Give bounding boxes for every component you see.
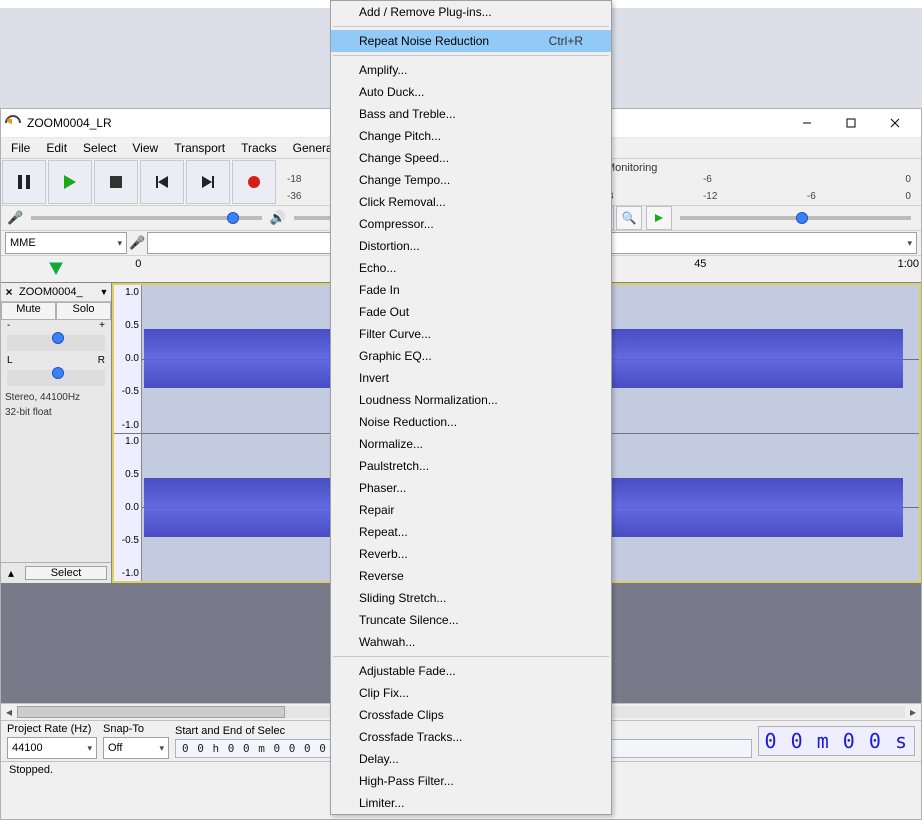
menu-item[interactable]: Add / Remove Plug-ins... bbox=[331, 1, 611, 23]
solo-button[interactable]: Solo bbox=[56, 302, 111, 320]
menu-item[interactable]: Change Pitch... bbox=[331, 125, 611, 147]
track-bitdepth: 32-bit float bbox=[1, 405, 111, 420]
track-menu-button[interactable]: ▼ bbox=[97, 287, 111, 297]
menu-item[interactable]: Noise Reduction... bbox=[331, 411, 611, 433]
record-button[interactable] bbox=[232, 160, 276, 204]
snap-select[interactable]: Off▾ bbox=[103, 737, 169, 759]
menu-item[interactable]: High-Pass Filter... bbox=[331, 770, 611, 792]
menu-item[interactable]: Fade Out bbox=[331, 301, 611, 323]
menu-item[interactable]: Fade In bbox=[331, 279, 611, 301]
menu-item[interactable]: Phaser... bbox=[331, 477, 611, 499]
menu-item[interactable]: Repeat... bbox=[331, 521, 611, 543]
track-select-button[interactable]: Select bbox=[25, 566, 107, 580]
track-control-panel: × ZOOM0004_ ▼ Mute Solo -+ LR Stereo, 44… bbox=[1, 283, 112, 583]
mute-button[interactable]: Mute bbox=[1, 302, 56, 320]
menu-item[interactable]: Click Removal... bbox=[331, 191, 611, 213]
mic-icon: 🎤 bbox=[7, 210, 23, 226]
effect-menu-dropdown: Add / Remove Plug-ins... Repeat Noise Re… bbox=[330, 0, 612, 815]
menu-view[interactable]: View bbox=[124, 139, 166, 157]
track-close-button[interactable]: × bbox=[1, 285, 17, 299]
menu-item[interactable]: Invert bbox=[331, 367, 611, 389]
menu-item[interactable]: Echo... bbox=[331, 257, 611, 279]
pause-button[interactable] bbox=[2, 160, 46, 204]
menu-file[interactable]: File bbox=[3, 139, 38, 157]
vertical-scale[interactable]: 1.00.50.0-0.5-1.0 bbox=[114, 434, 142, 582]
menu-item[interactable]: Adjustable Fade... bbox=[331, 660, 611, 682]
project-rate-select[interactable]: 44100▾ bbox=[7, 737, 97, 759]
pan-slider[interactable] bbox=[7, 370, 105, 386]
menu-item[interactable]: Reverb... bbox=[331, 543, 611, 565]
skip-start-button[interactable] bbox=[140, 160, 184, 204]
menu-item[interactable]: Graphic EQ... bbox=[331, 345, 611, 367]
minimize-button[interactable] bbox=[785, 111, 829, 135]
menu-item[interactable]: Distortion... bbox=[331, 235, 611, 257]
gain-slider[interactable] bbox=[7, 335, 105, 351]
menu-select[interactable]: Select bbox=[75, 139, 124, 157]
skip-end-button[interactable] bbox=[186, 160, 230, 204]
audio-host-select[interactable]: MME▾ bbox=[5, 232, 127, 254]
vertical-scale[interactable]: 1.00.50.0-0.5-1.0 bbox=[114, 285, 142, 433]
collapse-button[interactable]: ▴ bbox=[1, 566, 21, 580]
record-volume-slider[interactable] bbox=[31, 216, 262, 220]
menu-item[interactable]: Sliding Stretch... bbox=[331, 587, 611, 609]
menu-transport[interactable]: Transport bbox=[166, 139, 233, 157]
play-button[interactable] bbox=[48, 160, 92, 204]
menu-item[interactable]: Normalize... bbox=[331, 433, 611, 455]
speaker-icon: 🔊 bbox=[270, 210, 286, 226]
menu-item[interactable]: Delay... bbox=[331, 748, 611, 770]
menu-item[interactable]: Auto Duck... bbox=[331, 81, 611, 103]
menu-item[interactable]: Clip Fix... bbox=[331, 682, 611, 704]
track-format: Stereo, 44100Hz bbox=[1, 390, 111, 405]
audio-position-time[interactable]: 0 0 m 0 0 s bbox=[758, 726, 915, 756]
menu-item[interactable]: Compressor... bbox=[331, 213, 611, 235]
close-button[interactable] bbox=[873, 111, 917, 135]
scroll-left-icon[interactable]: ◂ bbox=[1, 705, 17, 719]
project-rate-label: Project Rate (Hz) bbox=[7, 723, 97, 735]
menu-item[interactable]: Crossfade Tracks... bbox=[331, 726, 611, 748]
menu-item[interactable]: Crossfade Clips bbox=[331, 704, 611, 726]
scroll-right-icon[interactable]: ▸ bbox=[905, 705, 921, 719]
menu-item[interactable]: Bass and Treble... bbox=[331, 103, 611, 125]
mini-play-button[interactable] bbox=[646, 206, 672, 230]
stop-button[interactable] bbox=[94, 160, 138, 204]
menu-item[interactable]: Change Speed... bbox=[331, 147, 611, 169]
menu-item[interactable]: Change Tempo... bbox=[331, 169, 611, 191]
menu-item[interactable]: Paulstretch... bbox=[331, 455, 611, 477]
maximize-button[interactable] bbox=[829, 111, 873, 135]
menu-item-repeat-noise-reduction[interactable]: Repeat Noise Reduction Ctrl+R bbox=[331, 30, 611, 52]
menu-item[interactable]: Loudness Normalization... bbox=[331, 389, 611, 411]
mic-icon: 🎤 bbox=[129, 235, 145, 251]
app-logo-icon bbox=[5, 115, 21, 131]
menu-tracks[interactable]: Tracks bbox=[233, 139, 285, 157]
snap-label: Snap-To bbox=[103, 723, 169, 735]
menu-edit[interactable]: Edit bbox=[38, 139, 75, 157]
menu-item[interactable]: Limiter... bbox=[331, 792, 611, 814]
menu-item[interactable]: Reverse bbox=[331, 565, 611, 587]
menu-item[interactable]: Wahwah... bbox=[331, 631, 611, 653]
menu-item[interactable]: Repair bbox=[331, 499, 611, 521]
menu-item[interactable]: Amplify... bbox=[331, 59, 611, 81]
menu-item[interactable]: Truncate Silence... bbox=[331, 609, 611, 631]
fit-project-icon[interactable]: 🔍 bbox=[616, 206, 642, 230]
track-name[interactable]: ZOOM0004_ bbox=[17, 286, 97, 298]
playback-speed-slider[interactable] bbox=[680, 216, 911, 220]
menu-item[interactable]: Filter Curve... bbox=[331, 323, 611, 345]
